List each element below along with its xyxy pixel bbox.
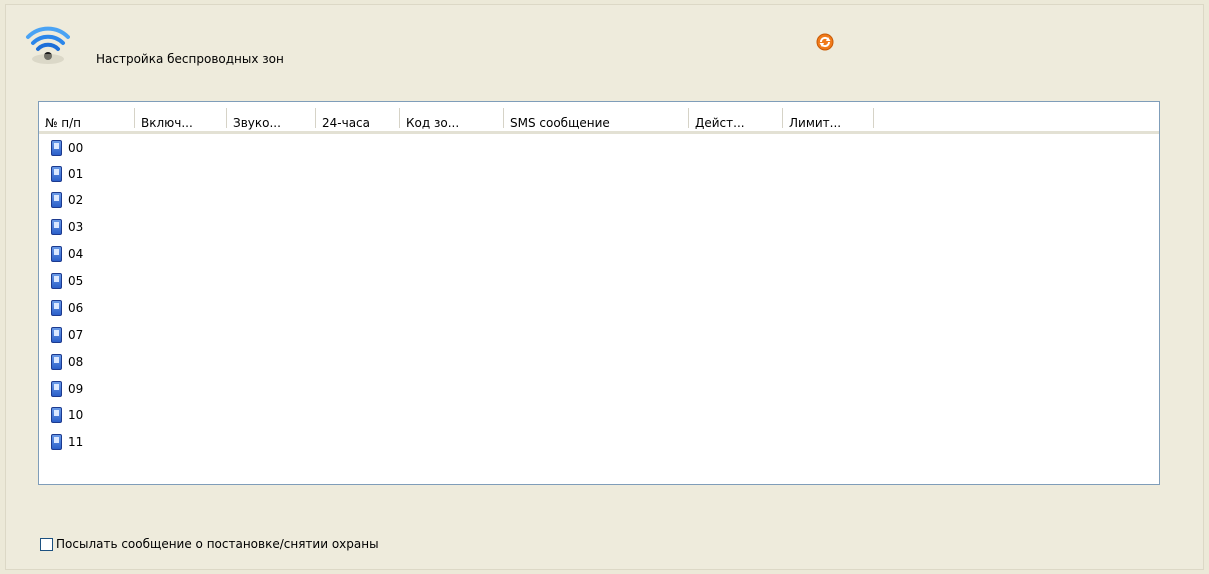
zone-device-icon — [51, 140, 62, 156]
column-zone-code[interactable]: Код зо... — [400, 102, 504, 131]
zone-number: 08 — [68, 355, 84, 369]
zone-number: 07 — [68, 328, 84, 342]
list-item[interactable]: 05 — [51, 269, 83, 293]
list-header: № п/п Включ... Звуко... 24-часа Код зо..… — [39, 102, 1159, 134]
zone-number: 05 — [68, 274, 84, 288]
list-item[interactable]: 06 — [51, 296, 83, 320]
column-sms-message[interactable]: SMS сообщение — [504, 102, 689, 131]
column-24h[interactable]: 24-часа — [316, 102, 400, 131]
arm-disarm-message-label[interactable]: Посылать сообщение о постановке/снятии о… — [56, 537, 379, 551]
column-action[interactable]: Дейст... — [689, 102, 783, 131]
zone-number: 09 — [68, 382, 84, 396]
zone-number: 06 — [68, 301, 84, 315]
zone-device-icon — [51, 354, 62, 370]
arm-disarm-message-checkbox[interactable] — [40, 537, 53, 551]
arm-disarm-message-option[interactable]: Посылать сообщение о постановке/снятии о… — [40, 537, 379, 551]
zone-device-icon — [51, 381, 62, 397]
column-limit[interactable]: Лимит... — [783, 102, 874, 131]
list-item[interactable]: 01 — [51, 162, 83, 186]
zone-device-icon — [51, 273, 62, 289]
list-item[interactable]: 02 — [51, 188, 83, 212]
list-item[interactable]: 03 — [51, 215, 83, 239]
zone-device-icon — [51, 246, 62, 262]
zones-list[interactable]: № п/п Включ... Звуко... 24-часа Код зо..… — [38, 101, 1160, 485]
zone-number: 00 — [68, 141, 84, 155]
zone-device-icon — [51, 434, 62, 450]
zone-device-icon — [51, 166, 62, 182]
zone-number: 11 — [68, 435, 84, 449]
list-item[interactable]: 09 — [51, 377, 83, 401]
zone-number: 10 — [68, 408, 84, 422]
zone-number: 03 — [68, 220, 84, 234]
page-title: Настройка беспроводных зон — [96, 52, 284, 66]
zone-device-icon — [51, 192, 62, 208]
list-item[interactable]: 08 — [51, 350, 83, 374]
zone-number: 01 — [68, 167, 84, 181]
zone-device-icon — [51, 407, 62, 423]
list-item[interactable]: 00 — [51, 136, 83, 160]
refresh-icon[interactable] — [816, 33, 834, 51]
zone-device-icon — [51, 300, 62, 316]
zone-number: 02 — [68, 193, 84, 207]
list-item[interactable]: 10 — [51, 403, 83, 427]
list-item[interactable]: 04 — [51, 242, 83, 266]
list-item[interactable]: 07 — [51, 323, 83, 347]
column-sound[interactable]: Звуко... — [227, 102, 316, 131]
list-item[interactable]: 11 — [51, 430, 83, 454]
zone-device-icon — [51, 327, 62, 343]
zone-device-icon — [51, 219, 62, 235]
wifi-icon — [26, 26, 70, 64]
column-enabled[interactable]: Включ... — [135, 102, 227, 131]
zone-number: 04 — [68, 247, 84, 261]
column-number[interactable]: № п/п — [39, 102, 135, 131]
